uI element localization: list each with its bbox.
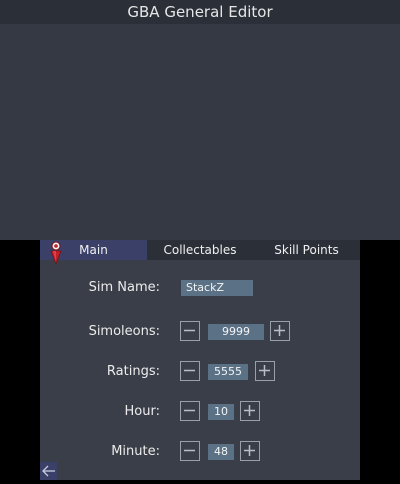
bottom-screen: Main Collectables Skill Points Sim Name:…: [40, 240, 360, 480]
minus-icon: [184, 449, 195, 452]
ratings-field[interactable]: 5555: [208, 364, 248, 380]
plus-icon: [244, 445, 255, 456]
minute-decrement-button[interactable]: [180, 441, 200, 461]
tab-bar: Main Collectables Skill Points: [40, 240, 360, 260]
sim-name-label: Sim Name:: [88, 280, 160, 295]
simoleons-label: Simoleons:: [88, 324, 160, 339]
hour-increment-button[interactable]: [240, 401, 260, 421]
tab-skill-points[interactable]: Skill Points: [253, 240, 360, 260]
sim-name-field[interactable]: StackZ: [181, 280, 253, 296]
ratings-decrement-button[interactable]: [180, 361, 200, 381]
tab-collectables[interactable]: Collectables: [147, 240, 253, 260]
simoleons-decrement-button[interactable]: [180, 321, 200, 341]
minus-icon: [184, 329, 195, 332]
minute-label: Minute:: [111, 444, 160, 459]
plus-icon: [274, 325, 285, 336]
hour-field[interactable]: 10: [208, 404, 234, 420]
tab-skill-points-label: Skill Points: [274, 243, 339, 257]
app-title: GBA General Editor: [0, 0, 400, 24]
ratings-increment-button[interactable]: [255, 361, 275, 381]
simoleons-increment-button[interactable]: [270, 321, 290, 341]
back-button[interactable]: [40, 462, 57, 480]
tab-collectables-label: Collectables: [163, 243, 237, 257]
hour-decrement-button[interactable]: [180, 401, 200, 421]
back-arrow-icon: [42, 465, 55, 477]
minus-icon: [184, 369, 195, 372]
tab-main-label: Main: [79, 243, 108, 257]
simoleons-field[interactable]: 9999: [208, 324, 264, 340]
minute-field[interactable]: 48: [208, 444, 234, 460]
plus-icon: [259, 365, 270, 376]
minus-icon: [184, 409, 195, 412]
plumbob-mascot-icon: [50, 241, 62, 265]
minute-increment-button[interactable]: [240, 441, 260, 461]
top-screen: GBA General Editor: [0, 0, 400, 240]
hour-label: Hour:: [124, 404, 160, 419]
ratings-label: Ratings:: [106, 364, 160, 379]
plus-icon: [244, 405, 255, 416]
